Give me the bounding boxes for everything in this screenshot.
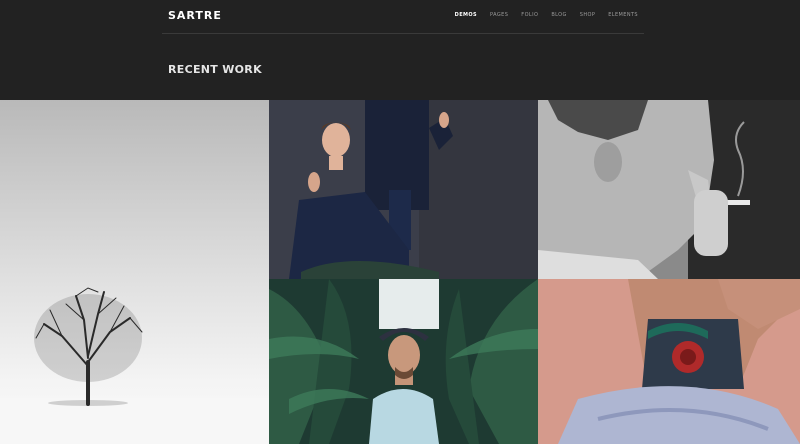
nav-item-elements[interactable]: ELEMENTS: [608, 12, 638, 18]
tattoo-image: [538, 279, 800, 444]
corn-image: [269, 279, 538, 444]
portfolio-item-suits[interactable]: [269, 100, 538, 279]
portfolio-item-smoke[interactable]: [538, 100, 800, 279]
page-title: RECENT WORK: [168, 63, 262, 76]
portfolio-item-corn[interactable]: [269, 279, 538, 444]
tree-image: [0, 100, 269, 444]
site-header: SARTRE DEMOS PAGES FOLIO BLOG SHOP ELEME…: [0, 0, 800, 100]
suits-image: [269, 100, 538, 279]
smoke-image: [538, 100, 800, 279]
nav-item-pages[interactable]: PAGES: [490, 12, 508, 18]
main-nav: DEMOS PAGES FOLIO BLOG SHOP ELEMENTS: [442, 12, 638, 18]
nav-item-blog[interactable]: BLOG: [551, 12, 566, 18]
portfolio-item-tattoo[interactable]: [538, 279, 800, 444]
portfolio-item-tree[interactable]: [0, 100, 269, 444]
nav-item-folio[interactable]: FOLIO: [521, 12, 538, 18]
site-logo[interactable]: SARTRE: [168, 9, 222, 22]
header-bar: SARTRE DEMOS PAGES FOLIO BLOG SHOP ELEME…: [162, 0, 644, 34]
nav-item-demos[interactable]: DEMOS: [455, 12, 477, 18]
nav-item-shop[interactable]: SHOP: [580, 12, 595, 18]
portfolio-grid: [0, 100, 800, 444]
